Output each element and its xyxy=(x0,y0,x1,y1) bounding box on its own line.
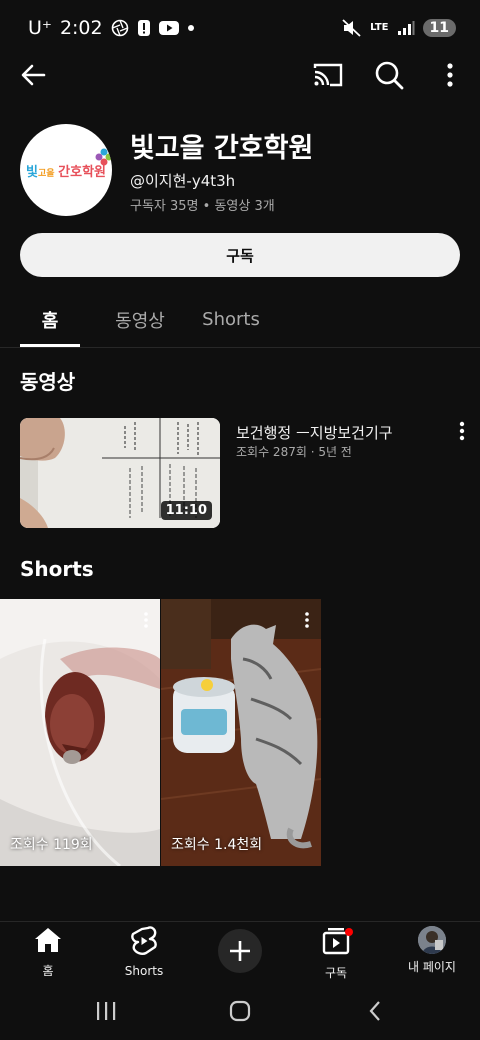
video-meta: 조회수 287회 · 5년 전 xyxy=(236,445,352,459)
network-label: LTE xyxy=(370,22,389,33)
nav-subscriptions-label: 구독 xyxy=(324,966,348,980)
nav-home[interactable]: 홈 xyxy=(0,926,96,982)
bottom-nav: 홈 Shorts 구독 내 페이지 xyxy=(0,921,480,983)
status-bar: U⁺ 2:02 LTE 11 xyxy=(0,0,480,56)
tab-active-indicator xyxy=(20,344,80,347)
channel-logo: 빛고을 간호학원 xyxy=(26,148,112,180)
shorts-section-title[interactable]: Shorts xyxy=(20,557,94,581)
subscribe-button[interactable]: 구독 xyxy=(20,233,460,277)
shorts-icon xyxy=(130,926,158,960)
short-card[interactable]: 조회수 119회 xyxy=(0,599,160,866)
video-thumbnail[interactable]: 11:10 xyxy=(20,418,220,528)
short-views: 조회수 1.4천회 xyxy=(171,837,263,853)
nav-subscriptions[interactable]: 구독 xyxy=(288,926,384,982)
battery-level: 11 xyxy=(422,19,456,37)
leaf-icon xyxy=(95,148,112,165)
nav-shorts-label: Shorts xyxy=(124,964,164,978)
short-more-icon[interactable] xyxy=(142,611,150,633)
home-icon xyxy=(33,926,63,958)
notification-dot xyxy=(345,928,353,936)
video-title[interactable]: 보건행정 ㅡ지방보건기구 xyxy=(236,422,393,443)
videos-section-title[interactable]: 동영상 xyxy=(20,366,75,395)
recents-icon[interactable] xyxy=(94,1000,118,1026)
channel-name: 빛고을 간호학원 xyxy=(130,133,314,164)
mute-icon xyxy=(342,19,362,37)
channel-tabs: 홈 동영상 Shorts xyxy=(0,292,480,348)
video-more-icon[interactable] xyxy=(452,420,472,446)
channel-avatar[interactable]: 빛고을 간호학원 xyxy=(20,124,112,216)
alert-icon xyxy=(137,19,151,37)
channel-stats: 구독자 35명 • 동영상 3개 xyxy=(130,199,275,214)
short-card[interactable]: 조회수 1.4천회 xyxy=(161,599,321,866)
nav-you-label: 내 페이지 xyxy=(408,960,456,974)
duration-badge: 11:10 xyxy=(160,501,212,520)
signal-icon xyxy=(397,20,415,36)
system-home-icon[interactable] xyxy=(229,999,251,1027)
nav-home-label: 홈 xyxy=(42,964,54,978)
tab-home[interactable]: 홈 xyxy=(20,292,80,347)
nav-you[interactable]: 내 페이지 xyxy=(384,926,480,982)
short-thumbnail-image xyxy=(161,599,321,866)
subscriptions-icon xyxy=(321,926,353,960)
dot-icon xyxy=(187,24,195,32)
tab-shorts[interactable]: Shorts xyxy=(196,292,266,347)
youtube-icon xyxy=(158,20,179,36)
avatar xyxy=(418,926,446,954)
short-more-icon[interactable] xyxy=(303,611,311,633)
carrier-label: U⁺ xyxy=(28,17,52,39)
cast-icon[interactable] xyxy=(312,60,344,94)
app-bar xyxy=(0,50,480,100)
back-arrow-icon[interactable] xyxy=(18,60,48,94)
short-thumbnail-image xyxy=(0,599,160,866)
short-views: 조회수 119회 xyxy=(10,837,93,853)
nav-shorts[interactable]: Shorts xyxy=(96,926,192,982)
tab-videos[interactable]: 동영상 xyxy=(108,292,172,347)
aperture-icon xyxy=(111,19,129,37)
search-icon[interactable] xyxy=(372,58,406,96)
system-back-icon[interactable] xyxy=(366,999,384,1027)
create-icon xyxy=(218,929,262,973)
more-vert-icon[interactable] xyxy=(438,60,462,94)
channel-handle: @이지현-y4t3h xyxy=(130,172,236,190)
nav-create[interactable] xyxy=(192,926,288,982)
system-nav-bar xyxy=(0,983,480,1040)
clock: 2:02 xyxy=(59,17,103,39)
